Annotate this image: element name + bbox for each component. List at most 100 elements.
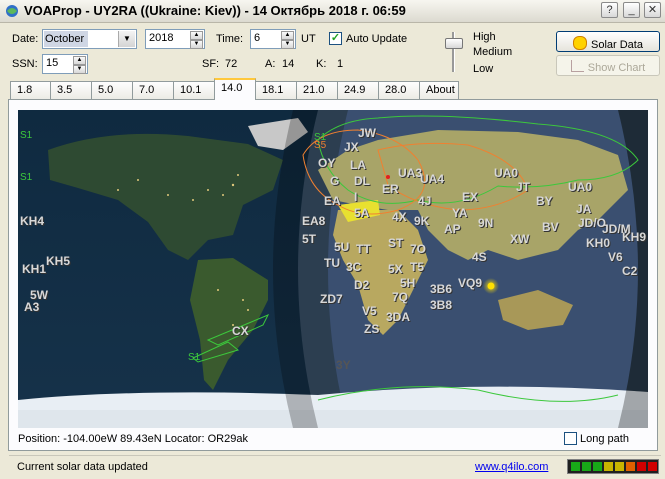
map-label: 5X: [388, 262, 403, 276]
map-label: 3DA: [386, 310, 411, 324]
map-label: G: [330, 174, 340, 188]
map-label: KH9: [622, 230, 647, 244]
map-label: ST: [388, 236, 404, 250]
signal-bar: [648, 462, 657, 471]
reliability-slider[interactable]: [444, 30, 463, 74]
map-label: BY: [536, 194, 553, 208]
sf-value: 72: [225, 58, 238, 70]
locator-value: OR29ak: [207, 433, 248, 445]
tab-5-0[interactable]: 5.0: [91, 81, 133, 99]
close-button[interactable]: ✕: [644, 2, 661, 18]
auto-update-checkbox[interactable]: ✓: [329, 32, 342, 45]
tab-3-5[interactable]: 3.5: [50, 81, 92, 99]
tab-18-1[interactable]: 18.1: [255, 81, 297, 99]
map-label: LA: [350, 158, 366, 172]
map-label: V6: [608, 250, 623, 264]
long-path-checkbox[interactable]: [564, 432, 577, 445]
map-label: CX: [232, 324, 249, 338]
signal-bar: [582, 462, 591, 471]
tab-14-0[interactable]: 14.0: [214, 78, 256, 100]
map-label: EA: [324, 194, 341, 208]
ssn-value: 15: [46, 57, 59, 69]
map-label: 5T: [302, 232, 317, 246]
map-label: 4S: [472, 250, 487, 264]
k-value: 1: [337, 58, 344, 70]
map-label: 9K: [414, 214, 430, 228]
solar-data-button[interactable]: Solar Data: [556, 31, 660, 52]
tab-10-1[interactable]: 10.1: [173, 81, 215, 99]
map-label: JA: [576, 202, 592, 216]
year-up-icon[interactable]: ▲: [190, 31, 203, 40]
tab-7-0[interactable]: 7.0: [132, 81, 174, 99]
tab-21-0[interactable]: 21.0: [296, 81, 338, 99]
ssn-down-icon[interactable]: ▼: [73, 65, 86, 74]
map-label: 3Y: [336, 358, 351, 372]
signal-bar: [593, 462, 602, 471]
map-label: S1: [20, 172, 33, 183]
app-icon: [6, 5, 18, 17]
time-stepper[interactable]: 6 ▲ ▼: [250, 29, 296, 49]
map-label: TU: [324, 256, 340, 270]
long-path-label: Long path: [580, 433, 629, 445]
time-label: Time:: [216, 33, 244, 45]
map-label: ZS: [364, 322, 380, 336]
time-down-icon[interactable]: ▼: [281, 40, 294, 49]
map-label: BV: [542, 220, 559, 234]
status-bar: Current solar data updated www.q4ilo.com: [9, 455, 661, 478]
map-label: VQ9: [458, 276, 483, 290]
sf-label: SF:: [202, 58, 220, 70]
map-label: KH0: [586, 236, 611, 250]
window-title: VOAProp - UY2RA ((Ukraine: Kiev)) - 14 О…: [24, 3, 406, 18]
map-label: S1: [314, 132, 327, 143]
map-label: 3B8: [430, 298, 453, 312]
position-label: Position:: [18, 433, 61, 445]
status-text: Current solar data updated: [17, 461, 148, 473]
sun-icon: [573, 36, 587, 50]
date-label: Date:: [12, 33, 39, 45]
time-value: 6: [254, 32, 261, 44]
show-chart-button[interactable]: Show Chart: [556, 55, 660, 76]
tab-1-8[interactable]: 1.8: [10, 81, 51, 99]
map-label: S1: [20, 130, 33, 141]
ssn-up-icon[interactable]: ▲: [73, 56, 86, 65]
map-label: EA8: [302, 214, 326, 228]
month-select[interactable]: October ▼: [42, 29, 137, 49]
signal-bar: [637, 462, 646, 471]
chevron-down-icon[interactable]: ▼: [118, 31, 135, 47]
map-label: OY: [318, 156, 336, 170]
help-icon[interactable]: ?: [601, 2, 618, 18]
map-label: DL: [354, 174, 370, 188]
reliability-low-label: Low: [473, 63, 494, 75]
map-label: UA0: [494, 166, 519, 180]
tab-about[interactable]: About: [419, 81, 459, 99]
map-label: 4J: [418, 194, 432, 208]
map-label: UA3: [398, 166, 423, 180]
signal-bar: [626, 462, 635, 471]
map-label: JW: [358, 126, 376, 140]
year-stepper[interactable]: 2018 ▲ ▼: [145, 29, 205, 49]
tab-28-0[interactable]: 28.0: [378, 81, 420, 99]
slider-thumb[interactable]: [445, 38, 463, 49]
k-label: K:: [316, 58, 327, 70]
signal-bar: [571, 462, 580, 471]
signal-bar: [604, 462, 613, 471]
map-label: 3C: [346, 260, 362, 274]
solar-data-label: Solar Data: [591, 39, 643, 51]
website-link[interactable]: www.q4ilo.com: [475, 461, 548, 473]
map-label: UA0: [568, 180, 593, 194]
year-down-icon[interactable]: ▼: [190, 40, 203, 49]
map-label: KH1: [22, 262, 47, 276]
ssn-stepper[interactable]: 15 ▲ ▼: [42, 54, 88, 74]
tab-24-9[interactable]: 24.9: [337, 81, 379, 99]
position-value: -104.00eW 89.43eN: [63, 433, 162, 445]
propagation-map[interactable]: S1 JW JX S5 OY LA G DL UA3 UA4 ER I EA 5…: [18, 110, 648, 428]
map-label: ER: [382, 182, 399, 196]
time-up-icon[interactable]: ▲: [281, 31, 294, 40]
map-label: A3: [24, 300, 40, 314]
year-value: 2018: [149, 32, 174, 44]
map-label: D2: [354, 278, 370, 292]
minimize-button[interactable]: _: [623, 2, 640, 18]
auto-update-label: Auto Update: [346, 33, 408, 45]
month-value: October: [44, 31, 89, 47]
position-readout: Position: -104.00eW 89.43eN Locator: OR2…: [18, 433, 248, 445]
